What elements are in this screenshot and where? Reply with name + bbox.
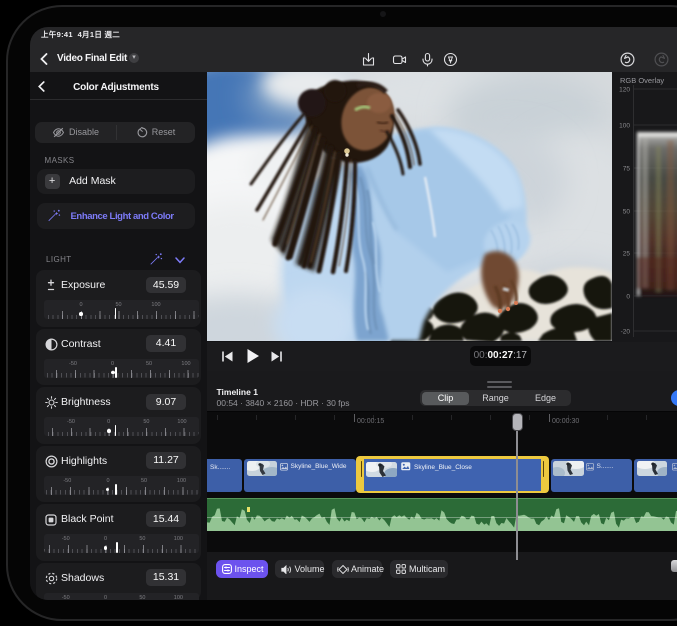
svg-text:25: 25 — [623, 251, 631, 258]
svg-text:75: 75 — [623, 166, 631, 173]
svg-text:100: 100 — [619, 123, 630, 130]
svg-text:-20: -20 — [621, 329, 631, 336]
svg-text:50: 50 — [623, 209, 631, 216]
svg-text:120: 120 — [619, 87, 630, 94]
svg-text:0: 0 — [626, 294, 630, 301]
